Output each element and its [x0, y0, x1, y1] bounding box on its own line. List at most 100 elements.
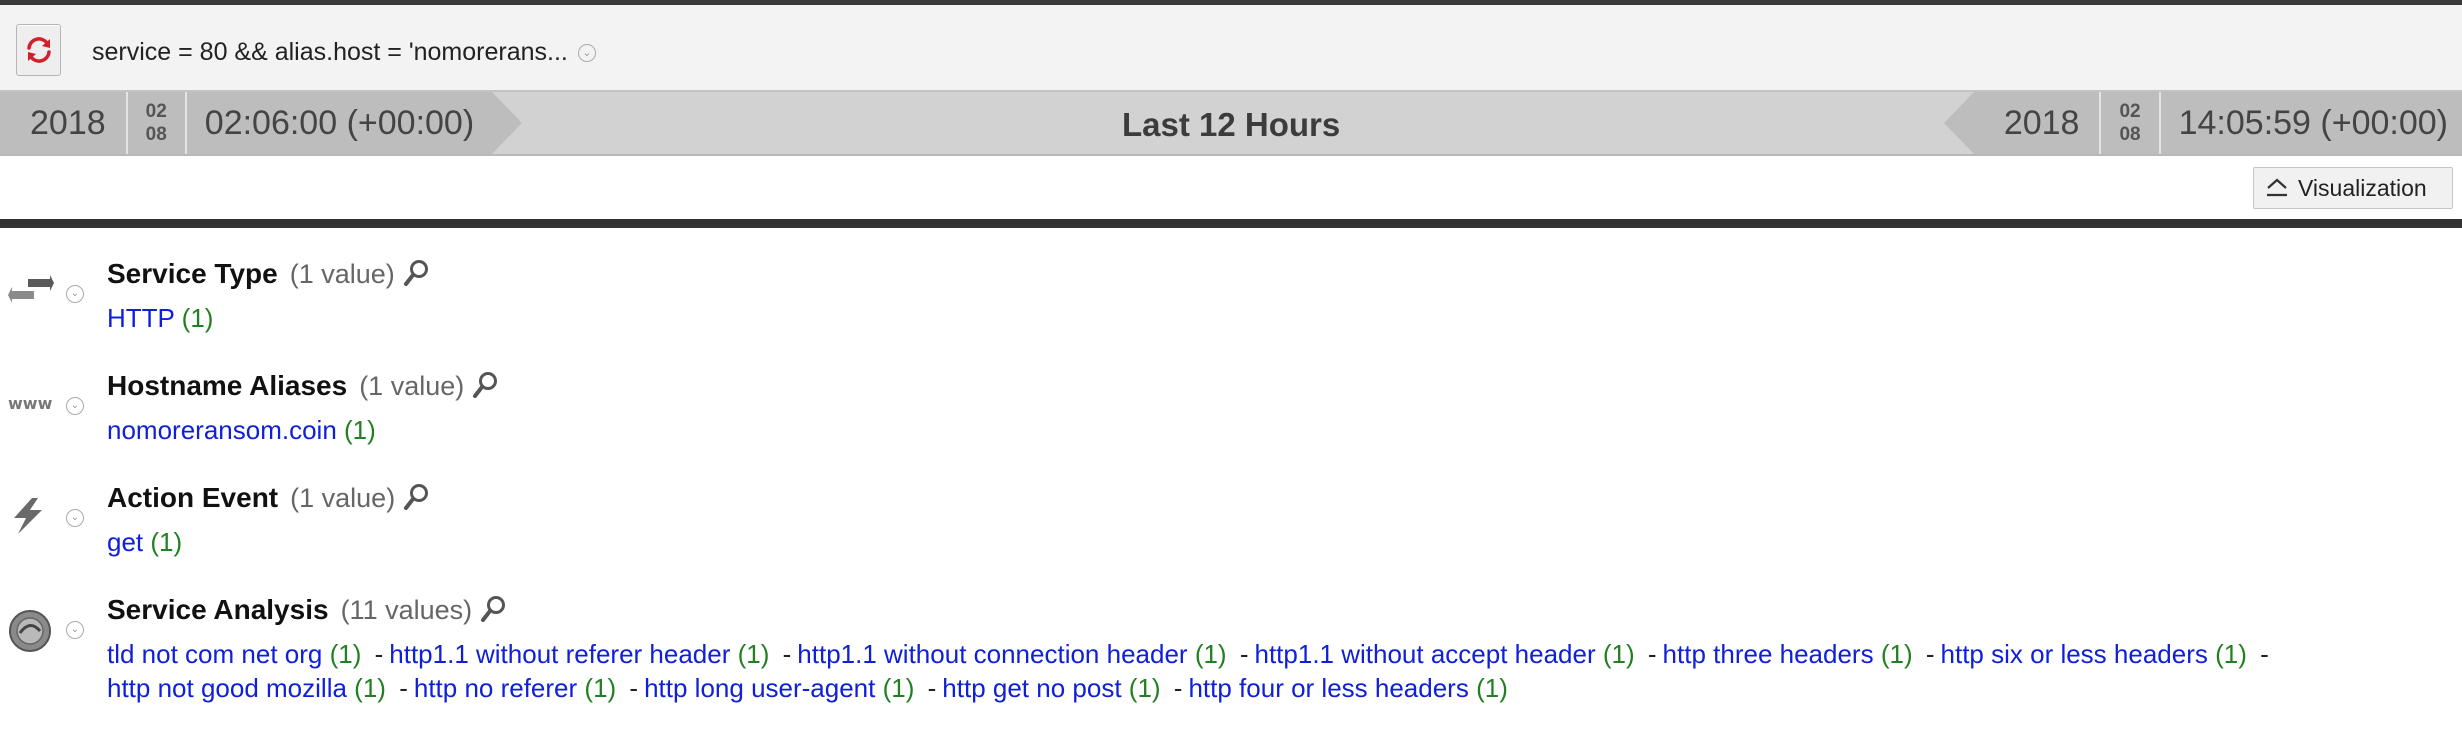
value-count: (1) — [882, 673, 915, 703]
value-count: (1) — [329, 639, 362, 669]
value-count: (1) — [1880, 639, 1913, 669]
value-item: http get no post (1) — [942, 673, 1160, 703]
start-arrow-icon — [492, 92, 523, 154]
exchange-arrows-icon — [8, 275, 54, 303]
value-separator: - — [1925, 639, 1935, 669]
value-item: http four or less headers (1) — [1188, 673, 1507, 703]
query-text: service = 80 && alias.host = 'nomorerans… — [92, 38, 568, 66]
section-toggle-icon[interactable]: ⌄ — [66, 509, 84, 527]
value-count: (1) — [150, 527, 183, 557]
time-range-band: 2018 02 08 02:06:00 (+00:00) Last 12 Hou… — [0, 90, 2462, 156]
section-count: (11 values) — [340, 595, 473, 625]
value-count: (1) — [354, 673, 386, 703]
end-day: 08 — [2119, 124, 2141, 145]
section-count: (1 value) — [359, 371, 465, 401]
value-link[interactable]: http get no post — [942, 673, 1121, 703]
value-link[interactable]: nomoreransom.coin — [107, 415, 337, 445]
section-values: nomoreransom.coin (1) — [107, 413, 2427, 447]
value-count: (1) — [1476, 673, 1508, 703]
value-item: get (1) — [107, 527, 182, 557]
value-item: http no referer (1) — [414, 673, 616, 703]
magnifier-icon[interactable] — [480, 594, 508, 624]
section-title-text: Action Event — [107, 482, 279, 513]
value-count: (1) — [1128, 673, 1161, 703]
time-range-label[interactable]: Last 12 Hours — [1122, 106, 1340, 144]
value-count: (1) — [1602, 639, 1635, 669]
value-item: http not good mozilla (1) — [107, 673, 386, 703]
value-link[interactable]: HTTP — [107, 303, 174, 333]
value-separator: - — [629, 673, 639, 703]
visualization-label: Visualization — [2298, 174, 2427, 201]
value-separator: - — [374, 639, 384, 669]
value-link[interactable]: http not good mozilla — [107, 673, 347, 703]
end-clock: 14:05:59 (+00:00) — [2160, 92, 2462, 154]
value-separator: - — [2260, 639, 2269, 669]
end-time[interactable]: 2018 02 08 14:05:59 (+00:00) — [1943, 92, 2462, 154]
value-count: (1) — [344, 415, 376, 445]
analysis-disc-icon — [9, 610, 51, 652]
value-count: (1) — [181, 303, 214, 333]
value-separator: - — [1173, 673, 1183, 703]
section-toggle-icon[interactable]: ⌄ — [66, 621, 84, 639]
visualization-button[interactable]: Visualization — [2253, 167, 2453, 209]
magnifier-icon[interactable] — [472, 370, 500, 400]
value-count: (1) — [584, 673, 617, 703]
value-item: http1.1 without accept header (1) — [1255, 639, 1635, 669]
section-title-text: Hostname Aliases — [107, 370, 348, 401]
value-item: http1.1 without referer header (1) — [389, 639, 769, 669]
start-clock: 02:06:00 (+00:00) — [186, 92, 493, 154]
start-month: 02 — [145, 101, 167, 122]
end-month-day: 02 08 — [2101, 92, 2161, 154]
value-item: http1.1 without connection header (1) — [797, 639, 1226, 669]
section-toggle-icon[interactable]: ⌄ — [66, 285, 84, 303]
refresh-icon — [27, 37, 51, 63]
start-day: 08 — [145, 124, 167, 145]
section-title[interactable]: Hostname Aliases (1 value) — [107, 370, 500, 402]
value-link[interactable]: http1.1 without accept header — [1255, 639, 1596, 669]
magnifier-icon[interactable] — [403, 258, 431, 288]
section-toggle-icon[interactable]: ⌄ — [66, 397, 84, 415]
section-values: tld not com net org (1) - http1.1 without… — [107, 637, 2427, 705]
query-dropdown-icon[interactable]: ⌄ — [577, 44, 596, 63]
value-link[interactable]: http1.1 without referer header — [389, 639, 730, 669]
magnifier-icon[interactable] — [403, 482, 431, 512]
value-count: (1) — [2215, 639, 2247, 669]
value-separator: - — [927, 673, 937, 703]
query-bar: service = 80 && alias.host = 'nomorerans… — [0, 5, 2462, 90]
section-values: get (1) — [107, 525, 2427, 559]
svg-text:www: www — [8, 394, 53, 413]
value-count: (1) — [737, 639, 770, 669]
value-link[interactable]: get — [107, 527, 143, 557]
value-separator: - — [1239, 639, 1249, 669]
start-time[interactable]: 2018 02 08 02:06:00 (+00:00) — [0, 92, 523, 154]
end-arrow-icon — [1943, 92, 1974, 154]
end-year: 2018 — [1973, 92, 2102, 154]
refresh-button[interactable] — [16, 24, 61, 76]
section-values: HTTP (1) — [107, 301, 2427, 335]
value-item: tld not com net org (1) — [107, 639, 361, 669]
value-link[interactable]: http1.1 without connection header — [797, 639, 1187, 669]
value-link[interactable]: http four or less headers — [1188, 673, 1468, 703]
lightning-icon — [14, 498, 42, 534]
value-link[interactable]: http six or less headers — [1941, 639, 2208, 669]
section-title-text: Service Type — [107, 258, 278, 289]
value-item: http six or less headers (1) — [1941, 639, 2247, 669]
section-count: (1 value) — [290, 483, 396, 513]
end-month: 02 — [2119, 101, 2141, 122]
section-title[interactable]: Service Analysis (11 values) — [107, 594, 508, 626]
value-item: nomoreransom.coin (1) — [107, 415, 376, 445]
section-divider — [0, 219, 2462, 228]
value-count: (1) — [1194, 639, 1227, 669]
value-item: http three headers (1) — [1663, 639, 1913, 669]
value-link[interactable]: http long user-agent — [644, 673, 875, 703]
chevron-up-icon — [2267, 178, 2287, 197]
value-link[interactable]: http three headers — [1663, 639, 1874, 669]
query-input[interactable]: service = 80 && alias.host = 'nomorerans… — [92, 38, 596, 67]
value-separator: - — [399, 673, 408, 703]
section-title[interactable]: Action Event (1 value) — [107, 482, 431, 514]
value-link[interactable]: tld not com net org — [107, 639, 322, 669]
section-title[interactable]: Service Type (1 value) — [107, 258, 431, 290]
value-item: http long user-agent (1) — [644, 673, 914, 703]
value-link[interactable]: http no referer — [414, 673, 577, 703]
start-year: 2018 — [0, 92, 128, 154]
